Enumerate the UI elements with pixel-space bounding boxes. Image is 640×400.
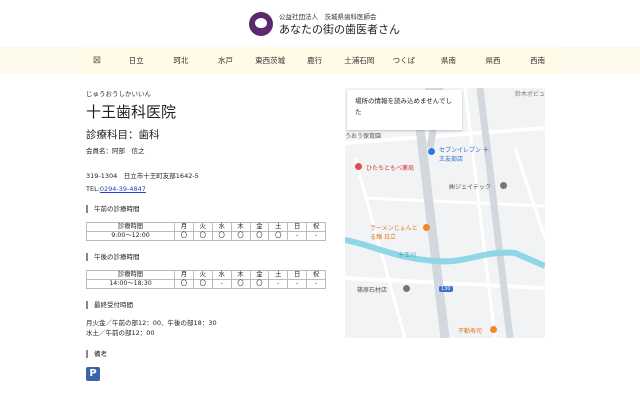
map-label: うおう保育園	[345, 133, 382, 140]
column-header: 月	[174, 222, 194, 232]
table-cell: 〇	[230, 279, 251, 289]
table-cell: 〇	[249, 279, 270, 289]
column-header: 日	[287, 222, 308, 232]
pharmacy-icon	[355, 163, 362, 170]
site-logo[interactable]: 公益社団法人 茨城県歯科医師会 あなたの街の歯医者さん	[249, 10, 400, 40]
nav-tsukuba[interactable]: つくば	[382, 55, 427, 66]
afternoon-heading: 午後の診療時間	[86, 253, 331, 261]
table-cell: 〇	[192, 279, 213, 289]
table-cell: 〇	[268, 231, 289, 241]
department: 診療科目：歯科	[86, 129, 160, 141]
map-error-message: 場所の情報を読み込めませんでした	[347, 90, 462, 130]
column-header: 診療時間	[86, 270, 175, 280]
column-header: 火	[192, 222, 213, 232]
table-cell: 〇	[174, 231, 194, 241]
site-title: あなたの街の歯医者さん	[279, 23, 400, 36]
table-cell: 14:00〜18:30	[86, 279, 175, 289]
table-cell: -	[211, 279, 232, 289]
table-cell: 〇	[249, 231, 270, 241]
clinic-kana: じゅうおうしかいいん	[86, 90, 151, 98]
tel-row: TEL:0294-39-4847	[86, 185, 331, 193]
notes-heading: 備考	[86, 350, 331, 358]
column-header: 火	[192, 270, 213, 280]
map-label: 十王川	[398, 252, 417, 259]
map-label: 鈴木ボビュ ジャズ音楽	[515, 91, 545, 98]
column-header: 祝	[306, 222, 326, 232]
member-name: 会員名：阿部 信之	[86, 147, 145, 155]
map-label: 不動寿司	[458, 328, 483, 335]
column-header: 日	[287, 270, 308, 280]
home-icon[interactable]: ⊠	[80, 55, 114, 66]
map-label: ㈱ジェイテック	[449, 184, 491, 191]
table-cell: -	[306, 279, 326, 289]
nav-hitachi[interactable]: 日立	[114, 55, 159, 66]
clinic-name: 十王歯科医院	[86, 103, 177, 121]
table-cell: 9:00〜12:00	[86, 231, 175, 241]
tel-link[interactable]: 0294-39-4847	[100, 185, 146, 193]
table-cell: 〇	[211, 231, 232, 241]
last-reception-heading: 最終受付時間	[86, 301, 331, 309]
table-cell: -	[287, 231, 308, 241]
tooth-logo-icon	[249, 12, 273, 36]
column-header: 木	[230, 270, 251, 280]
route-shield: 130	[439, 286, 453, 292]
column-header: 水	[211, 222, 232, 232]
restaurant-icon	[423, 224, 430, 231]
nav-mito[interactable]: 水戸	[203, 55, 248, 66]
table-row: 14:00〜18:30 〇 〇 - 〇 〇 - - -	[86, 279, 326, 289]
nav-seinan[interactable]: 西南	[515, 55, 560, 66]
parking-icon: P	[86, 367, 100, 381]
site-header: 公益社団法人 茨城県歯科医師会 あなたの街の歯医者さん	[0, 0, 640, 46]
nav-rokko[interactable]: 鹿行	[292, 55, 337, 66]
afternoon-table: 診療時間 月 火 水 木 金 土 日 祝 14:00〜18:30 〇 〇 - 〇…	[86, 270, 326, 289]
column-header: 診療時間	[86, 222, 175, 232]
table-cell: 〇	[174, 279, 194, 289]
table-cell: -	[306, 231, 326, 241]
nav-kennan[interactable]: 県南	[426, 55, 471, 66]
table-cell: -	[287, 279, 308, 289]
org-name: 公益社団法人 茨城県歯科医師会	[279, 13, 377, 21]
column-header: 土	[268, 222, 289, 232]
clinic-info: じゅうおうしかいいん 十王歯科医院 診療科目：歯科 会員名：阿部 信之 319-…	[86, 88, 331, 381]
map[interactable]: 場所の情報を読み込めませんでした 鈴木ボビュ ジャズ音楽 うおう保育園 セブンイ…	[345, 88, 545, 338]
last-reception-line: 水土／午前の部12：00	[86, 329, 155, 337]
column-header: 金	[249, 270, 270, 280]
column-header: 月	[174, 270, 194, 280]
table-cell: 〇	[230, 231, 251, 241]
map-label: 篠原石材店	[357, 287, 388, 294]
column-header: 木	[230, 222, 251, 232]
tel-label: TEL:	[86, 185, 100, 193]
poi-icon	[500, 182, 507, 189]
convenience-store-icon	[428, 148, 435, 155]
morning-heading: 午前の診療時間	[86, 205, 331, 213]
nav-kensei[interactable]: 県西	[471, 55, 516, 66]
column-header: 土	[268, 270, 289, 280]
column-header: 水	[211, 270, 232, 280]
table-header-row: 診療時間 月 火 水 木 金 土 日 祝	[86, 270, 326, 280]
table-row: 9:00〜12:00 〇 〇 〇 〇 〇 〇 - -	[86, 231, 326, 241]
address: 319-1304 日立市十王町友部1642-5	[86, 172, 199, 180]
nav-kahoku[interactable]: 珂北	[159, 55, 204, 66]
region-nav: ⊠ 日立 珂北 水戸 東西茨城 鹿行 土浦石岡 つくば 県南 県西 西南	[0, 47, 640, 74]
map-label: セブンイレブン 十王友部店	[439, 147, 489, 163]
poi-icon	[403, 285, 410, 292]
last-reception-line: 月火金／午前の部12：00、午後の部18：30	[86, 319, 217, 327]
table-cell: 〇	[192, 231, 213, 241]
column-header: 祝	[306, 270, 326, 280]
nav-tsuchiura-ishioka[interactable]: 土浦石岡	[337, 55, 382, 66]
table-header-row: 診療時間 月 火 水 木 金 土 日 祝	[86, 222, 326, 232]
nav-tozai-ibaraki[interactable]: 東西茨城	[248, 55, 293, 66]
last-reception-text: 月火金／午前の部12：00、午後の部18：30 水土／午前の部12：00	[86, 318, 331, 338]
morning-table: 診療時間 月 火 水 木 金 土 日 祝 9:00〜12:00 〇 〇 〇 〇 …	[86, 222, 326, 241]
table-cell: -	[268, 279, 289, 289]
restaurant-icon	[490, 326, 497, 333]
map-label: ひたちともべ薬局	[366, 165, 415, 172]
column-header: 金	[249, 222, 270, 232]
map-label: ラーメンじょんとる麺 日立	[370, 225, 418, 241]
